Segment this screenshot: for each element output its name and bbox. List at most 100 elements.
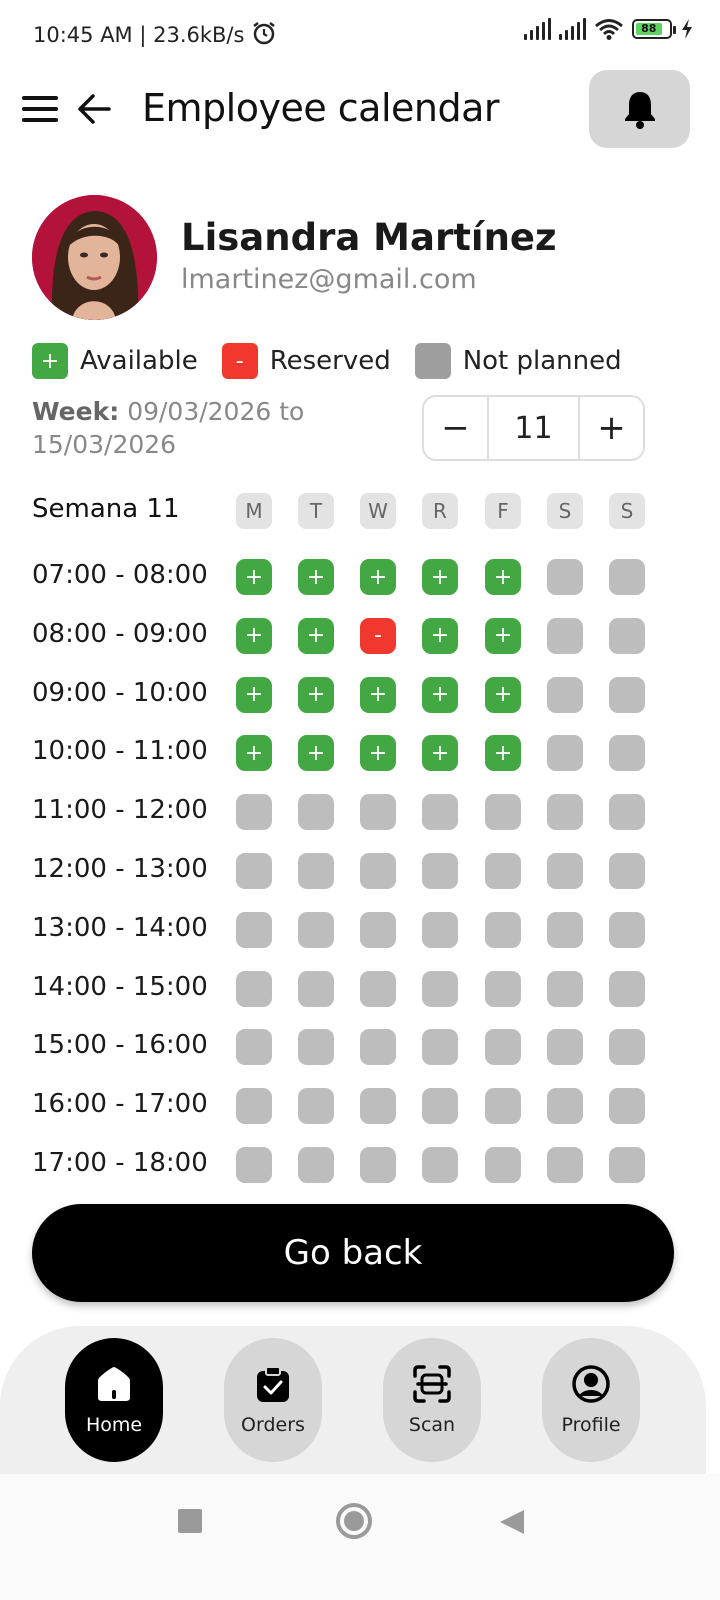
calendar-cell-available[interactable]: + xyxy=(360,559,396,595)
week-decrement-button[interactable]: − xyxy=(424,397,487,459)
calendar-cell-available[interactable]: + xyxy=(422,559,458,595)
calendar-cell-not-planned[interactable] xyxy=(547,735,583,772)
calendar-cell-available[interactable]: + xyxy=(422,617,458,654)
calendar-cell-not-planned[interactable] xyxy=(236,853,272,889)
calendar-cell-available[interactable]: + xyxy=(298,735,334,772)
calendar-cell-available[interactable]: + xyxy=(422,676,458,713)
calendar-cell-not-planned[interactable] xyxy=(236,1029,272,1066)
calendar-cell-not-planned[interactable] xyxy=(485,1147,521,1183)
calendar-cell-not-planned[interactable] xyxy=(609,794,645,831)
calendar-cell-not-planned[interactable] xyxy=(609,1029,645,1066)
calendar-cell-not-planned[interactable] xyxy=(360,794,396,831)
calendar-cell-available[interactable]: + xyxy=(485,735,521,772)
legend-not-planned-label: Not planned xyxy=(462,346,622,376)
calendar-cell-not-planned[interactable] xyxy=(547,617,583,654)
go-back-button[interactable]: Go back xyxy=(32,1204,674,1302)
calendar-cell-not-planned[interactable] xyxy=(422,1029,458,1066)
calendar-cell-not-planned[interactable] xyxy=(298,1088,334,1125)
calendar-cell-not-planned[interactable] xyxy=(609,559,645,595)
calendar-cell-not-planned[interactable] xyxy=(609,911,645,948)
calendar-cell-not-planned[interactable] xyxy=(609,735,645,772)
calendar-cell-available[interactable]: + xyxy=(236,676,272,713)
calendar-cell-not-planned[interactable] xyxy=(485,970,521,1007)
calendar-cell-not-planned[interactable] xyxy=(547,794,583,831)
calendar-cell-not-planned[interactable] xyxy=(609,617,645,654)
calendar-cell-not-planned[interactable] xyxy=(547,970,583,1007)
calendar-cell-not-planned[interactable] xyxy=(547,1088,583,1125)
calendar-cell-not-planned[interactable] xyxy=(236,911,272,948)
nav-orders[interactable]: Orders xyxy=(224,1338,322,1462)
calendar-cell-available[interactable]: + xyxy=(360,735,396,772)
calendar-cell-available[interactable]: + xyxy=(236,559,272,595)
calendar-cell-not-planned[interactable] xyxy=(547,853,583,889)
menu-icon[interactable] xyxy=(22,96,58,122)
calendar-cell-not-planned[interactable] xyxy=(360,970,396,1007)
calendar-cell-not-planned[interactable] xyxy=(422,911,458,948)
calendar-cell-not-planned[interactable] xyxy=(547,676,583,713)
calendar-cell-not-planned[interactable] xyxy=(360,911,396,948)
calendar-cell-not-planned[interactable] xyxy=(485,794,521,831)
calendar-cell-not-planned[interactable] xyxy=(298,794,334,831)
calendar-cell-available[interactable]: + xyxy=(485,559,521,595)
calendar-cell-available[interactable]: + xyxy=(236,735,272,772)
calendar-cell-not-planned[interactable] xyxy=(609,1147,645,1183)
calendar-cell-available[interactable]: + xyxy=(485,617,521,654)
day-header: T xyxy=(298,493,334,529)
calendar-cell-not-planned[interactable] xyxy=(360,1147,396,1183)
calendar-cell-available[interactable]: + xyxy=(360,676,396,713)
calendar-cell-not-planned[interactable] xyxy=(298,1147,334,1183)
calendar-cell-not-planned[interactable] xyxy=(609,676,645,713)
calendar-cell-not-planned[interactable] xyxy=(609,853,645,889)
calendar-cell-not-planned[interactable] xyxy=(298,911,334,948)
recent-apps-icon[interactable] xyxy=(177,1508,203,1534)
calendar-cell-available[interactable]: + xyxy=(485,676,521,713)
calendar-cell-not-planned[interactable] xyxy=(360,853,396,889)
calendar-cell-not-planned[interactable] xyxy=(485,1088,521,1125)
battery-level: 88 xyxy=(636,23,662,35)
calendar-cell-not-planned[interactable] xyxy=(422,853,458,889)
calendar-cell-not-planned[interactable] xyxy=(547,1147,583,1183)
calendar-cell-available[interactable]: + xyxy=(298,559,334,595)
calendar-cell-available[interactable]: + xyxy=(236,617,272,654)
clipboard-check-icon xyxy=(257,1366,289,1402)
nav-home[interactable]: Home xyxy=(65,1338,163,1462)
calendar-cell-not-planned[interactable] xyxy=(547,559,583,595)
calendar-cell-available[interactable]: + xyxy=(422,735,458,772)
calendar-cell-not-planned[interactable] xyxy=(236,970,272,1007)
nav-scan-label: Scan xyxy=(408,1414,456,1436)
nav-profile[interactable]: Profile xyxy=(542,1338,640,1462)
calendar-cell-not-planned[interactable] xyxy=(298,1029,334,1066)
week-stepper: − 11 + xyxy=(422,395,645,461)
calendar-cell-not-planned[interactable] xyxy=(422,970,458,1007)
week-increment-button[interactable]: + xyxy=(580,397,643,459)
calendar-cell-not-planned[interactable] xyxy=(236,1147,272,1183)
calendar-cell-available[interactable]: + xyxy=(298,617,334,654)
calendar-cell-not-planned[interactable] xyxy=(547,1029,583,1066)
calendar-cell-not-planned[interactable] xyxy=(298,970,334,1007)
home-circle-icon[interactable] xyxy=(335,1502,373,1540)
calendar-cell-not-planned[interactable] xyxy=(360,1088,396,1125)
nav-home-label: Home xyxy=(85,1414,143,1436)
calendar-cell-reserved[interactable]: - xyxy=(360,617,396,654)
nav-scan[interactable]: Scan xyxy=(383,1338,481,1462)
calendar-cell-not-planned[interactable] xyxy=(422,1147,458,1183)
calendar-cell-not-planned[interactable] xyxy=(609,970,645,1007)
calendar-cell-not-planned[interactable] xyxy=(360,1029,396,1066)
day-header: W xyxy=(360,493,396,529)
time-slot-label: 11:00 - 12:00 xyxy=(32,795,208,826)
system-back-icon[interactable] xyxy=(498,1508,526,1536)
calendar-cell-not-planned[interactable] xyxy=(236,794,272,831)
notifications-button[interactable] xyxy=(589,70,690,148)
calendar-cell-available[interactable]: + xyxy=(298,676,334,713)
back-arrow-icon[interactable] xyxy=(75,90,113,128)
calendar-cell-not-planned[interactable] xyxy=(422,1088,458,1125)
calendar-cell-not-planned[interactable] xyxy=(485,853,521,889)
calendar-title: Semana 11 xyxy=(32,494,180,524)
calendar-cell-not-planned[interactable] xyxy=(298,853,334,889)
calendar-cell-not-planned[interactable] xyxy=(485,911,521,948)
calendar-cell-not-planned[interactable] xyxy=(609,1088,645,1125)
calendar-cell-not-planned[interactable] xyxy=(422,794,458,831)
calendar-cell-not-planned[interactable] xyxy=(547,911,583,948)
calendar-cell-not-planned[interactable] xyxy=(485,1029,521,1066)
calendar-cell-not-planned[interactable] xyxy=(236,1088,272,1125)
